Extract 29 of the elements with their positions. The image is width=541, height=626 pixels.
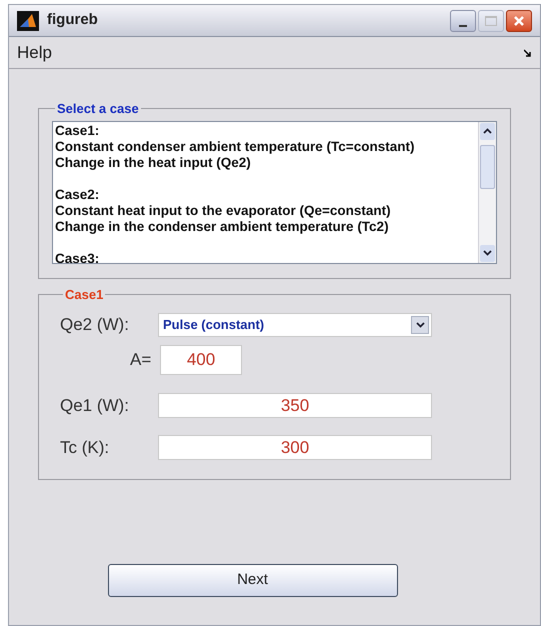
list-line: Case2: [55,186,100,202]
scroll-up-button[interactable] [480,122,495,140]
close-button[interactable] [506,10,532,32]
group-title: Select a case [56,100,140,118]
input-field[interactable]: 300 [158,435,432,460]
field-label: Qe2 (W): [60,314,130,336]
input-field[interactable]: 400 [160,344,242,374]
dropdown[interactable]: Pulse (constant) [158,312,432,337]
dock-arrow-icon[interactable] [524,48,532,56]
list-line: Change in the condenser ambient temperature (Tc2) [55,218,390,234]
scroll-thumb[interactable] [480,144,495,188]
field-label: Qe1 (W): [60,394,130,416]
field-label: A= [130,348,152,371]
panel-title: Case1 [64,286,104,304]
window-title: figureb [47,10,98,30]
close-icon[interactable] [513,14,525,26]
field-label: Tc (K): [60,437,110,459]
input-field[interactable]: 350 [158,392,432,418]
menu-item[interactable]: Help [17,40,52,66]
scroll-bar[interactable] [478,122,496,262]
list-line: Constant heat input to the evaporator (Qe=constant) [55,202,392,218]
list-line: Change in the heat input (Qe2) [55,154,252,170]
app-logo-icon [17,10,39,30]
next-button[interactable]: Next [108,564,398,596]
list-line: Case3: [55,250,100,262]
list-line: Case1: [55,122,100,138]
scroll-down-button[interactable] [480,244,495,262]
minimize-button[interactable] [450,10,476,32]
list-line: Constant condenser ambient temperature (Tc=constant) [55,138,416,154]
